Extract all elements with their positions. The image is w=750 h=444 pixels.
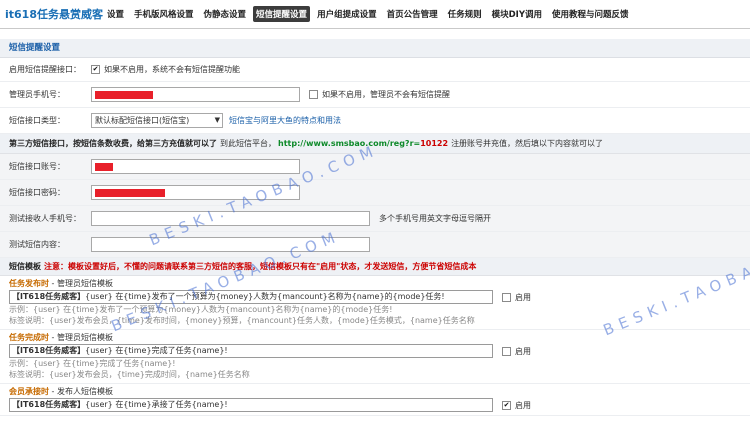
account-label: 短信接口账号： [9,162,65,171]
test-content-row: 测试短信内容： [0,232,750,258]
template-enable-checkbox[interactable] [502,346,511,356]
template-task-accepted: 会员承接时 - 发布人短信模板 【IT618任务威客】{user} 在{time… [0,384,750,416]
template-line: 【IT618任务威客】{user} 在{time}发布了一个预算为{money}… [9,290,750,304]
notice-lead: 第三方短信接口，按短信条数收费，给第三方充值就可以了 [9,139,217,148]
test-phone-label: 测试接收人手机号： [9,214,81,223]
templates-header: 短信模板 注意：模板设置好后，不懂的问题请联系第三方短信的客服，短信模板只有在"… [0,258,750,276]
nav-mobile-style[interactable]: 手机版风格设置 [131,6,197,22]
template-task-completed: 任务完成时 - 管理员短信模板 【IT618任务威客】{user} 在{time… [0,330,750,384]
template-hint: 标签说明：{user}发布会员，{time}完成时间，{name}任务名称 [9,370,250,379]
template-key: 会员承接时 [9,387,49,396]
template-title: 任务完成时 - 管理员短信模板 [9,332,750,343]
template-key: 任务发布时 [9,279,49,288]
nav-diy-module[interactable]: 模块DIY调用 [489,6,545,22]
admin-sms-checkbox[interactable] [309,90,318,99]
admin-phone-input[interactable] [91,87,300,102]
chevron-down-icon: ▼ [214,116,220,124]
template-key: 任务完成时 [9,333,49,342]
template-enable: 启用 [502,346,531,357]
interface-type-selected: 默认标配短信接口(短信宝) [95,116,190,125]
template-enable: 启用 [502,400,531,411]
top-bar: it618任务悬赏威客 设置 手机版风格设置 伪静态设置 短信提醒设置 用户组提… [0,0,750,29]
admin-phone-note: 如果不启用，管理员不会有短信提醒 [322,90,450,99]
notice-mid: 到此短信平台， [220,139,276,148]
interface-credentials: 短信接口账号： 短信接口密码： 测试接收人手机号： 多个手机号用英文字母逗号隔开… [0,154,750,258]
redacted-mark [95,189,165,197]
main-nav: 设置 手机版风格设置 伪静态设置 短信提醒设置 用户组提成设置 首页公告管理 任… [104,6,636,22]
template-example: 示例：{user} 在{time}完成了任务{name}! [9,359,176,368]
app-logo: it618任务悬赏威客 [5,8,103,21]
nav-tutorial-feedback[interactable]: 使用教程与问题反馈 [549,6,632,22]
template-enable-label: 启用 [515,346,531,356]
template-desc: - 管理员短信模板 [49,279,113,288]
nav-announcements[interactable]: 首页公告管理 [384,6,441,22]
interface-help-link[interactable]: 短信宝与阿里大鱼的特点和用法 [229,115,341,126]
password-label: 短信接口密码： [9,188,65,197]
template-enable-label: 启用 [515,400,531,410]
password-row: 短信接口密码： [0,180,750,206]
nav-settings[interactable]: 设置 [104,6,127,22]
template-title: 会员承接时 - 发布人短信模板 [9,386,750,397]
enable-sms-checkbox[interactable] [91,65,100,74]
enable-sms-text: 如果不启用，系统不会有短信提醒功能 [104,65,240,74]
nav-usergroup-commission[interactable]: 用户组提成设置 [314,6,380,22]
interface-type-select[interactable]: 默认标配短信接口(短信宝) ▼ [91,113,223,128]
template-enable-label: 启用 [515,292,531,302]
interface-type-label: 短信接口类型： [9,116,65,125]
test-phone-row: 测试接收人手机号： 多个手机号用英文字母逗号隔开 [0,206,750,232]
account-input[interactable] [91,159,300,174]
template-desc: - 发布人短信模板 [49,387,113,396]
nav-sms-settings[interactable]: 短信提醒设置 [253,6,311,22]
admin-phone-row: 管理员手机号： 如果不启用，管理员不会有短信提醒 [0,82,750,108]
notice-tail: 注册账号并充值，然后填以下内容就可以了 [451,139,604,148]
template-input[interactable]: 【IT618任务威客】{user} 在{time}承接了任务{name}! [9,398,493,412]
template-title: 任务发布时 - 管理员短信模板 [9,278,750,289]
template-enable-checkbox[interactable] [502,292,511,302]
template-enable: 启用 [502,292,531,303]
interface-type-row: 短信接口类型： 默认标配短信接口(短信宝) ▼ 短信宝与阿里大鱼的特点和用法 [0,108,750,134]
admin-phone-label: 管理员手机号： [9,90,65,99]
test-content-label: 测试短信内容： [9,240,65,249]
template-enable-checkbox[interactable] [502,400,511,410]
templates-title: 短信模板 [9,262,41,271]
section-title: 短信提醒设置 [0,39,750,58]
template-input[interactable]: 【IT618任务威客】{user} 在{time}发布了一个预算为{money}… [9,290,493,304]
redacted-mark [95,163,113,171]
nav-task-rules[interactable]: 任务规则 [445,6,485,22]
enable-sms-row: 启用短信提醒接口： 如果不启用，系统不会有短信提醒功能 [0,58,750,82]
nav-rewrite[interactable]: 伪静态设置 [201,6,250,22]
template-line: 【IT618任务威客】{user} 在{time}完成了任务{name}! 启用 [9,344,750,358]
template-input[interactable]: 【IT618任务威客】{user} 在{time}完成了任务{name}! [9,344,493,358]
template-line: 【IT618任务威客】{user} 在{time}承接了任务{name}! 启用 [9,398,750,412]
redacted-mark [95,91,153,99]
test-phone-note: 多个手机号用英文字母逗号隔开 [379,214,491,223]
template-desc: - 管理员短信模板 [49,333,113,342]
enable-sms-label: 启用短信提醒接口： [9,65,81,74]
